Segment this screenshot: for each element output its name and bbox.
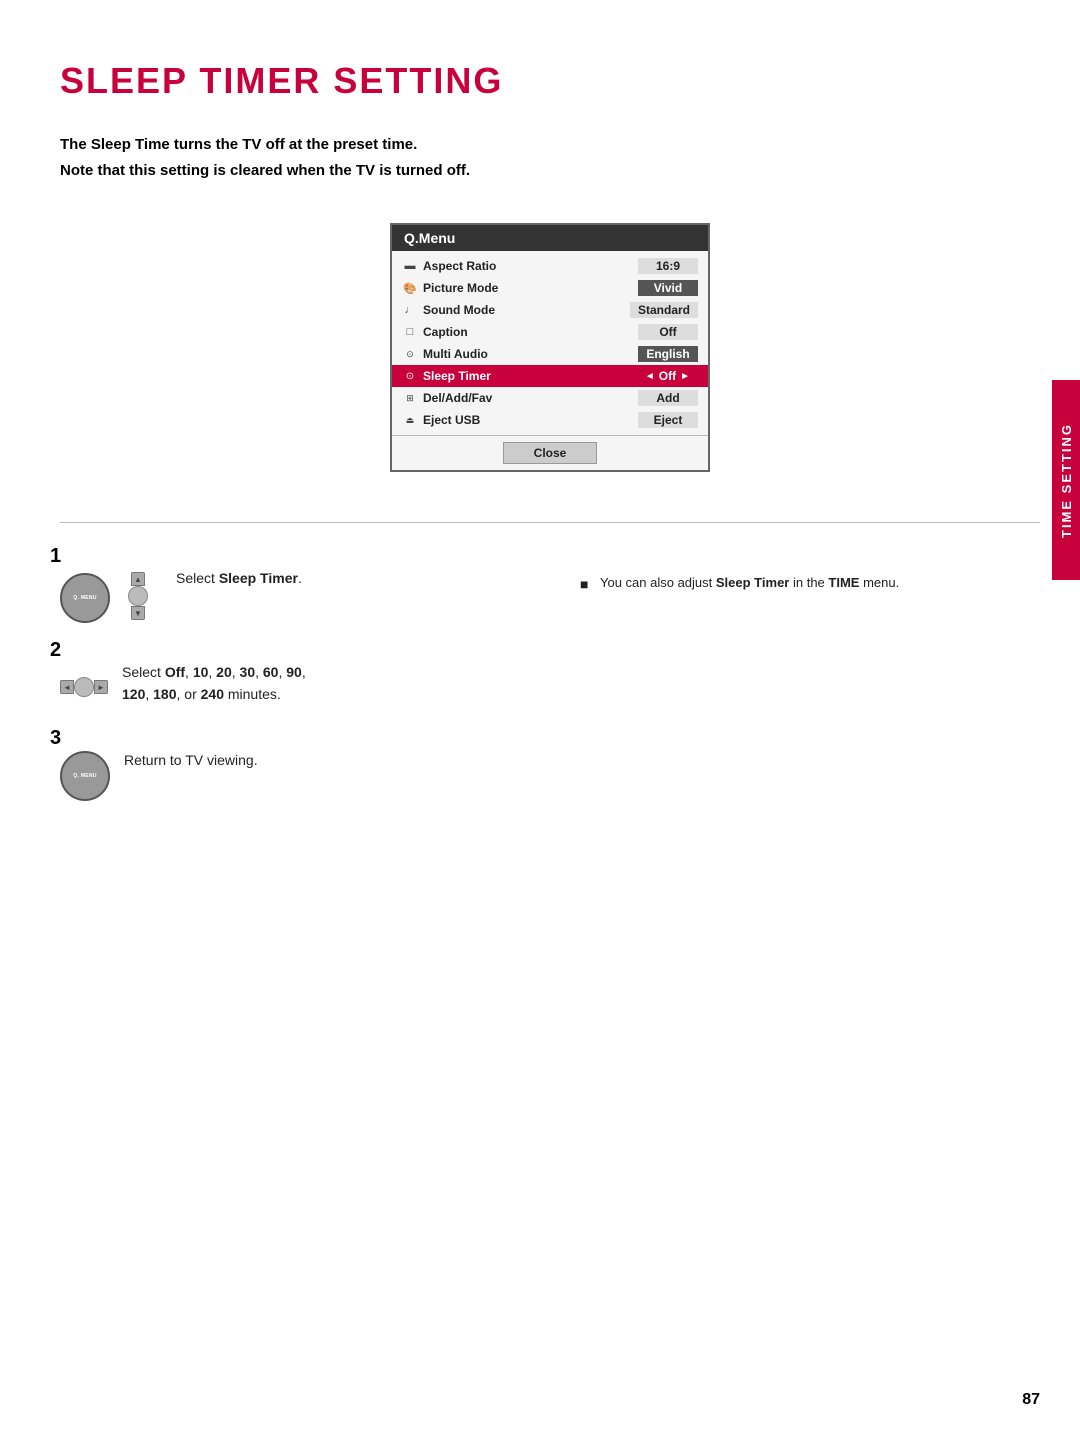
side-tab: TIME SETTING <box>1052 380 1080 580</box>
page-number: 87 <box>1022 1391 1040 1409</box>
qmenu-label-picture-mode: Picture Mode <box>423 281 498 295</box>
sleep-arrow-left-icon: ◄ <box>645 371 655 382</box>
nav-left-icon: ◄ <box>60 680 74 694</box>
qmenu-button-icon: Q. MENU <box>60 573 110 623</box>
qmenu-row-picture-mode: 🎨 Picture Mode Vivid <box>392 277 708 299</box>
step-2-icon-container: 2 ◄ ► <box>60 655 108 711</box>
qmenu-row-aspect-ratio: ▬ Aspect Ratio 16:9 <box>392 255 708 277</box>
qmenu-label-caption: Caption <box>423 325 468 339</box>
multi-audio-icon: ⊙ <box>402 346 418 362</box>
caption-icon: □ <box>402 324 418 340</box>
qmenu-row-del-add-fav: ⊞ Del/Add/Fav Add <box>392 387 708 409</box>
step-3-text: Return to TV viewing. <box>124 735 258 771</box>
qmenu-row-multi-audio: ⊙ Multi Audio English <box>392 343 708 365</box>
qmenu-items: ▬ Aspect Ratio 16:9 🎨 Picture Mode Vivid <box>392 251 708 435</box>
intro-line1: The Sleep Time turns the TV off at the p… <box>60 132 1040 158</box>
nav-cross-icon: ▲ ▼ <box>114 572 162 620</box>
nav-cross-lr-icon: ◄ ► <box>60 663 108 711</box>
qmenu-value-sound-mode: Standard <box>630 302 698 318</box>
del-add-fav-icon: ⊞ <box>402 390 418 406</box>
note-bullet-icon: ■ <box>580 573 592 595</box>
step-3: 3 Q. MENU Return to TV viewing. <box>60 735 520 801</box>
qmenu-wrapper: Q.Menu ▬ Aspect Ratio 16:9 🎨 Picture Mod… <box>60 223 1040 472</box>
qmenu-value-del-add-fav: Add <box>638 390 698 406</box>
step-1: 1 Q. MENU ▲ ▼ S <box>60 553 520 623</box>
qmenu-value-picture-mode: Vivid <box>638 280 698 296</box>
step-3-number: 3 <box>50 727 61 750</box>
steps-right: ■ You can also adjust Sleep Timer in the… <box>580 553 1040 825</box>
nav-down-icon: ▼ <box>131 606 145 620</box>
page-title: SLEEP TIMER SETTING <box>60 60 1040 102</box>
eject-usb-icon: ⏏ <box>402 412 418 428</box>
aspect-ratio-icon: ▬ <box>402 258 418 274</box>
step-1-icon-container: 1 Q. MENU ▲ ▼ <box>60 561 162 623</box>
qmenu-label-eject-usb: Eject USB <box>423 413 480 427</box>
sound-mode-icon: ♩ <box>402 302 418 318</box>
step-1-text: Select Sleep Timer. <box>176 553 302 589</box>
picture-mode-icon: 🎨 <box>402 280 418 296</box>
steps-left: 1 Q. MENU ▲ ▼ S <box>60 553 520 825</box>
section-divider <box>60 522 1040 523</box>
qmenu-label-aspect-ratio: Aspect Ratio <box>423 259 496 273</box>
main-content: SLEEP TIMER SETTING The Sleep Time turns… <box>60 60 1040 1379</box>
qmenu-box: Q.Menu ▬ Aspect Ratio 16:9 🎨 Picture Mod… <box>390 223 710 472</box>
qmenu-value-eject-usb: Eject <box>638 412 698 428</box>
step-1-number: 1 <box>50 545 61 568</box>
qmenu-label-multi-audio: Multi Audio <box>423 347 488 361</box>
qmenu-value-aspect-ratio: 16:9 <box>638 258 698 274</box>
qmenu-label-sleep-timer: Sleep Timer <box>423 369 491 383</box>
qmenu-title: Q.Menu <box>392 225 708 251</box>
intro-text: The Sleep Time turns the TV off at the p… <box>60 132 1040 183</box>
qmenu-close-button[interactable]: Close <box>503 442 598 464</box>
qmenu-label-del-add-fav: Del/Add/Fav <box>423 391 492 405</box>
intro-line2: Note that this setting is cleared when t… <box>60 158 1040 184</box>
sleep-arrow-right-icon: ► <box>680 371 690 382</box>
note-text: You can also adjust Sleep Timer in the T… <box>600 573 899 594</box>
qmenu-label-sound-mode: Sound Mode <box>423 303 495 317</box>
step-3-icon-container: 3 Q. MENU <box>60 743 110 801</box>
step-2-text: Select Off, 10, 20, 30, 60, 90, 120, 180… <box>122 647 306 706</box>
qmenu-value-sleep-timer: ◄ Off ► <box>637 368 698 384</box>
steps-section: 1 Q. MENU ▲ ▼ S <box>60 553 1040 825</box>
qmenu-row-sound-mode: ♩ Sound Mode Standard <box>392 299 708 321</box>
step-2: 2 ◄ ► Select Off, 10, 20, 30, 60, 90, 12… <box>60 647 520 711</box>
nav-right-icon: ► <box>94 680 108 694</box>
qmenu-row-caption: □ Caption Off <box>392 321 708 343</box>
side-tab-label: TIME SETTING <box>1059 423 1074 538</box>
note-box: ■ You can also adjust Sleep Timer in the… <box>580 563 1040 595</box>
qmenu-value-multi-audio: English <box>638 346 698 362</box>
nav-up-icon: ▲ <box>131 572 145 586</box>
qmenu-row-sleep-timer: ⊙ Sleep Timer ◄ Off ► <box>392 365 708 387</box>
qmenu-row-eject-usb: ⏏ Eject USB Eject <box>392 409 708 431</box>
sleep-timer-icon: ⊙ <box>402 368 418 384</box>
qmenu-close-area: Close <box>392 435 708 470</box>
step-2-number: 2 <box>50 639 61 662</box>
qmenu-button-2-icon: Q. MENU <box>60 751 110 801</box>
qmenu-value-caption: Off <box>638 324 698 340</box>
